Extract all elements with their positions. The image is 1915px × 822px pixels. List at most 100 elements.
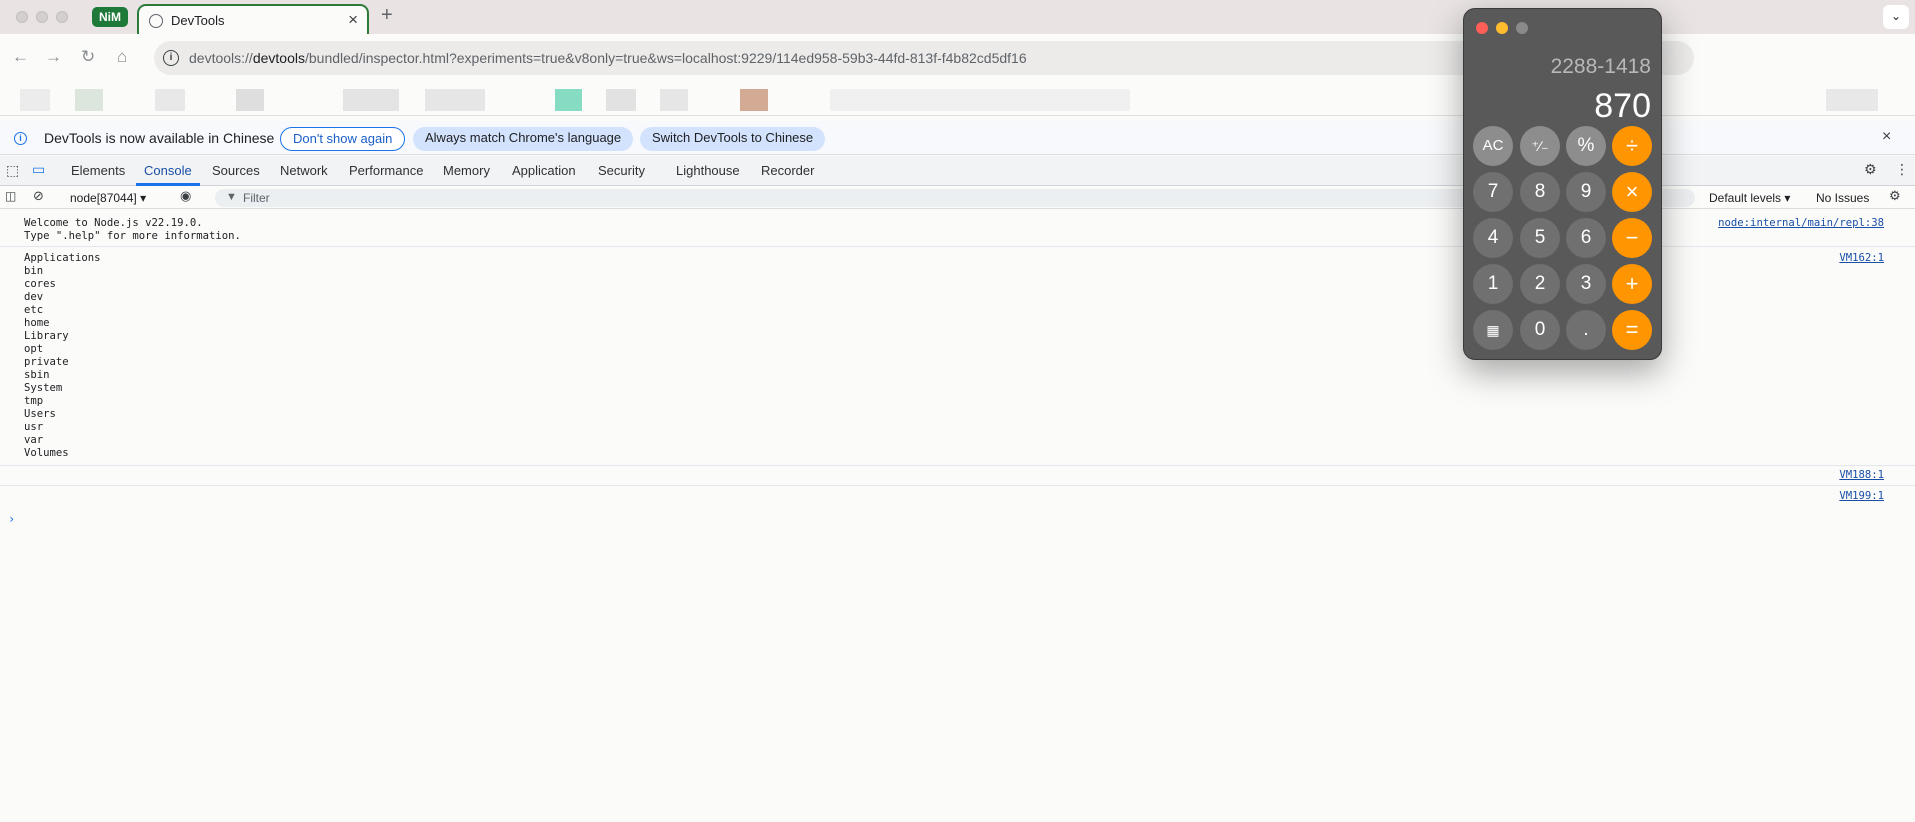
console-prompt[interactable]: › xyxy=(8,512,15,526)
tab-security[interactable]: Security xyxy=(598,163,645,178)
nim-extension-badge[interactable]: NiM xyxy=(92,7,128,27)
settings-gear-icon[interactable]: ⚙ xyxy=(1864,161,1877,178)
bookmark-item[interactable] xyxy=(236,89,264,111)
calc-key-2[interactable]: 2 xyxy=(1520,264,1560,304)
filter-placeholder: Filter xyxy=(243,191,270,205)
source-link[interactable]: VM188:1 xyxy=(1839,469,1884,481)
tab-close-icon[interactable]: × xyxy=(348,10,358,30)
calc-key-multiply[interactable]: × xyxy=(1612,172,1652,212)
calculator-icon[interactable]: ▦ xyxy=(1473,310,1513,350)
window-zoom-dot[interactable] xyxy=(56,11,68,23)
bookmark-item[interactable] xyxy=(75,89,103,111)
calc-expression: 2288-1418 xyxy=(1550,55,1651,78)
new-tab-button[interactable]: + xyxy=(381,4,393,27)
bookmark-item[interactable] xyxy=(20,89,50,111)
window-close-dot[interactable] xyxy=(16,11,28,23)
tab-performance[interactable]: Performance xyxy=(349,163,423,178)
console-line: Volumes xyxy=(24,447,69,459)
dont-show-again-button[interactable]: Don't show again xyxy=(280,127,406,151)
calc-key-plus-minus[interactable]: ⁺∕₋ xyxy=(1520,126,1560,166)
tab-devtools[interactable]: DevTools × xyxy=(137,4,369,36)
tab-sources[interactable]: Sources xyxy=(212,163,260,178)
calc-key-divide[interactable]: ÷ xyxy=(1612,126,1652,166)
forward-arrow-icon[interactable]: → xyxy=(45,47,62,67)
calc-key-ac[interactable]: AC xyxy=(1473,126,1513,166)
filter-funnel-icon: ▼ xyxy=(226,191,237,203)
bookmark-item[interactable] xyxy=(155,89,185,111)
calc-minimize-dot[interactable] xyxy=(1496,22,1508,34)
tab-network[interactable]: Network xyxy=(280,163,328,178)
calc-key-minus[interactable]: − xyxy=(1612,218,1652,258)
source-link[interactable]: node:internal/main/repl:38 xyxy=(1718,217,1884,229)
console-line: var xyxy=(24,434,44,446)
bookmark-item[interactable] xyxy=(343,89,399,111)
device-toolbar-icon[interactable]: ▭ xyxy=(32,161,45,178)
bookmark-item[interactable] xyxy=(606,89,636,111)
reload-icon[interactable]: ↻ xyxy=(81,47,95,67)
infobar-message: DevTools is now available in Chinese xyxy=(44,130,275,146)
console-line: sbin xyxy=(24,369,50,381)
tab-elements[interactable]: Elements xyxy=(71,163,125,178)
tab-memory[interactable]: Memory xyxy=(443,163,490,178)
bookmark-item[interactable] xyxy=(555,89,582,111)
calc-key-8[interactable]: 8 xyxy=(1520,172,1560,212)
tab-title: DevTools xyxy=(171,13,225,28)
calc-key-decimal[interactable]: . xyxy=(1566,310,1606,350)
calc-close-dot[interactable] xyxy=(1476,22,1488,34)
console-line: System xyxy=(24,382,63,394)
live-expression-eye-icon[interactable]: ◉ xyxy=(180,188,191,204)
window-minimize-dot[interactable] xyxy=(36,11,48,23)
console-line: Welcome to Node.js v22.19.0. xyxy=(24,217,203,229)
log-levels-dropdown[interactable]: Default levels ▾ xyxy=(1709,191,1790,205)
console-line: usr xyxy=(24,421,44,433)
bookmark-item[interactable] xyxy=(660,89,688,111)
sidebar-toggle-icon[interactable]: ◫ xyxy=(5,189,16,203)
calc-key-percent[interactable]: % xyxy=(1566,126,1606,166)
calc-zoom-dot[interactable] xyxy=(1516,22,1528,34)
calc-key-9[interactable]: 9 xyxy=(1566,172,1606,212)
calc-key-6[interactable]: 6 xyxy=(1566,218,1606,258)
tab-search-button[interactable]: ⌄ xyxy=(1883,5,1909,29)
bookmark-item[interactable] xyxy=(1826,89,1878,111)
home-icon[interactable]: ⌂ xyxy=(117,47,127,67)
calc-key-7[interactable]: 7 xyxy=(1473,172,1513,212)
bookmark-item[interactable] xyxy=(830,89,1130,111)
tab-lighthouse[interactable]: Lighthouse xyxy=(676,163,740,178)
console-line: Library xyxy=(24,330,69,342)
console-message: VM199:1 xyxy=(0,486,1915,506)
console-line: opt xyxy=(24,343,44,355)
calc-key-3[interactable]: 3 xyxy=(1566,264,1606,304)
console-line: private xyxy=(24,356,69,368)
bookmark-item[interactable] xyxy=(740,89,768,111)
site-info-icon[interactable]: i xyxy=(163,50,179,66)
calc-key-5[interactable]: 5 xyxy=(1520,218,1560,258)
back-arrow-icon[interactable]: ← xyxy=(12,47,29,67)
calc-key-4[interactable]: 4 xyxy=(1473,218,1513,258)
console-line: bin xyxy=(24,265,44,277)
calc-result: 870 xyxy=(1594,87,1651,125)
clear-console-icon[interactable]: ⊘ xyxy=(33,188,44,204)
tab-application[interactable]: Application xyxy=(512,163,576,178)
calc-key-1[interactable]: 1 xyxy=(1473,264,1513,304)
console-line: cores xyxy=(24,278,56,290)
source-link[interactable]: VM162:1 xyxy=(1839,252,1884,264)
more-options-icon[interactable]: ⋮ xyxy=(1895,161,1909,178)
calc-key-equals[interactable]: = xyxy=(1612,310,1652,350)
issues-counter[interactable]: No Issues xyxy=(1816,191,1869,205)
url-text[interactable]: devtools://devtools/bundled/inspector.ht… xyxy=(189,50,1027,66)
switch-to-chinese-button[interactable]: Switch DevTools to Chinese xyxy=(640,127,826,151)
always-match-language-button[interactable]: Always match Chrome's language xyxy=(413,127,634,151)
globe-icon xyxy=(149,14,163,28)
source-link[interactable]: VM199:1 xyxy=(1839,490,1884,502)
console-settings-icon[interactable]: ⚙ xyxy=(1889,188,1901,204)
active-tab-indicator xyxy=(136,183,200,186)
context-selector[interactable]: node[87044] ▾ xyxy=(70,191,146,205)
tab-recorder[interactable]: Recorder xyxy=(761,163,814,178)
tab-console[interactable]: Console xyxy=(144,163,192,178)
inspect-element-icon[interactable]: ⬚ xyxy=(6,162,19,179)
bookmark-item[interactable] xyxy=(425,89,485,111)
calculator-window: 2288-1418 870 AC ⁺∕₋ % ÷ 7 8 9 × 4 5 6 −… xyxy=(1463,8,1662,360)
infobar-close-icon[interactable]: × xyxy=(1882,128,1891,146)
calc-key-plus[interactable]: + xyxy=(1612,264,1652,304)
calc-key-0[interactable]: 0 xyxy=(1520,310,1560,350)
